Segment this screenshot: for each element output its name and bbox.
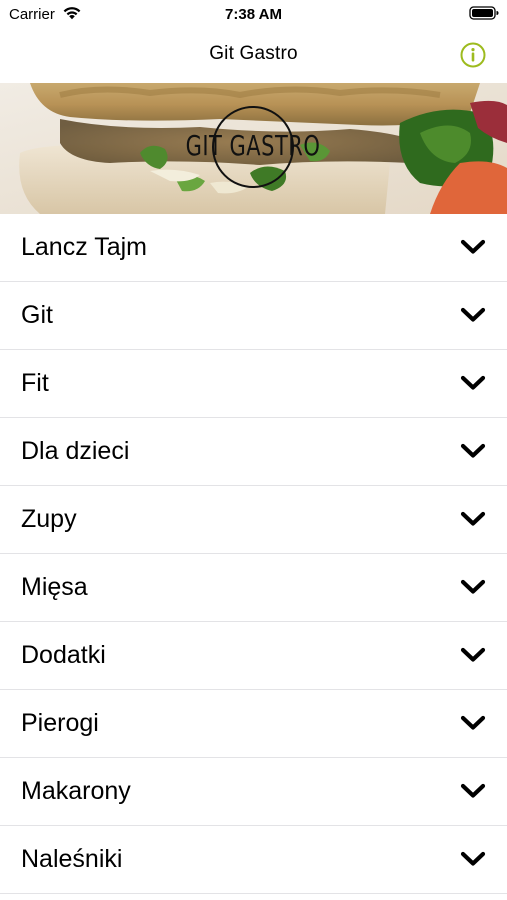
menu-category-list: Lancz Tajm Git Fit Dla dzieci Zupy Mięsa…	[0, 214, 507, 894]
menu-category-label: Makarony	[21, 777, 131, 805]
menu-category-label: Naleśniki	[21, 845, 123, 873]
chevron-down-icon[interactable]	[460, 510, 486, 528]
menu-category-row[interactable]: Lancz Tajm	[0, 214, 507, 282]
app-screen: Carrier 7:38 AM Git Gastro GIT GASTRO La…	[0, 0, 507, 900]
chevron-down-icon[interactable]	[460, 782, 486, 800]
chevron-down-icon[interactable]	[460, 306, 486, 324]
menu-category-row[interactable]: Dodatki	[0, 622, 507, 690]
menu-category-label: Fit	[21, 369, 49, 397]
chevron-down-icon[interactable]	[460, 646, 486, 664]
menu-category-row[interactable]: Mięsa	[0, 554, 507, 622]
menu-category-row[interactable]: Makarony	[0, 758, 507, 826]
chevron-down-icon[interactable]	[460, 578, 486, 596]
chevron-down-icon[interactable]	[460, 714, 486, 732]
navigation-bar: Git Gastro	[0, 28, 507, 83]
menu-category-label: Lancz Tajm	[21, 233, 147, 261]
menu-category-label: Dodatki	[21, 641, 106, 669]
banner-logo-text: GIT GASTRO	[186, 129, 321, 162]
chevron-down-icon[interactable]	[460, 374, 486, 392]
battery-icon	[469, 6, 499, 20]
menu-category-row[interactable]: Zupy	[0, 486, 507, 554]
menu-category-label: Zupy	[21, 505, 77, 533]
menu-category-row[interactable]: Fit	[0, 350, 507, 418]
menu-category-label: Mięsa	[21, 573, 88, 601]
menu-category-label: Pierogi	[21, 709, 99, 737]
nav-title: Git Gastro	[209, 43, 298, 64]
status-time: 7:38 AM	[225, 6, 282, 23]
status-bar: Carrier 7:38 AM	[0, 0, 507, 28]
chevron-down-icon[interactable]	[460, 442, 486, 460]
menu-category-row[interactable]: Dla dzieci	[0, 418, 507, 486]
chevron-down-icon[interactable]	[460, 238, 486, 256]
menu-category-label: Git	[21, 301, 53, 329]
chevron-down-icon[interactable]	[460, 850, 486, 868]
menu-category-row[interactable]: Pierogi	[0, 690, 507, 758]
info-circle-icon[interactable]	[459, 41, 487, 69]
menu-category-label: Dla dzieci	[21, 437, 130, 465]
banner-image: GIT GASTRO	[0, 83, 507, 214]
menu-category-row[interactable]: Naleśniki	[0, 826, 507, 894]
menu-category-row[interactable]: Git	[0, 282, 507, 350]
